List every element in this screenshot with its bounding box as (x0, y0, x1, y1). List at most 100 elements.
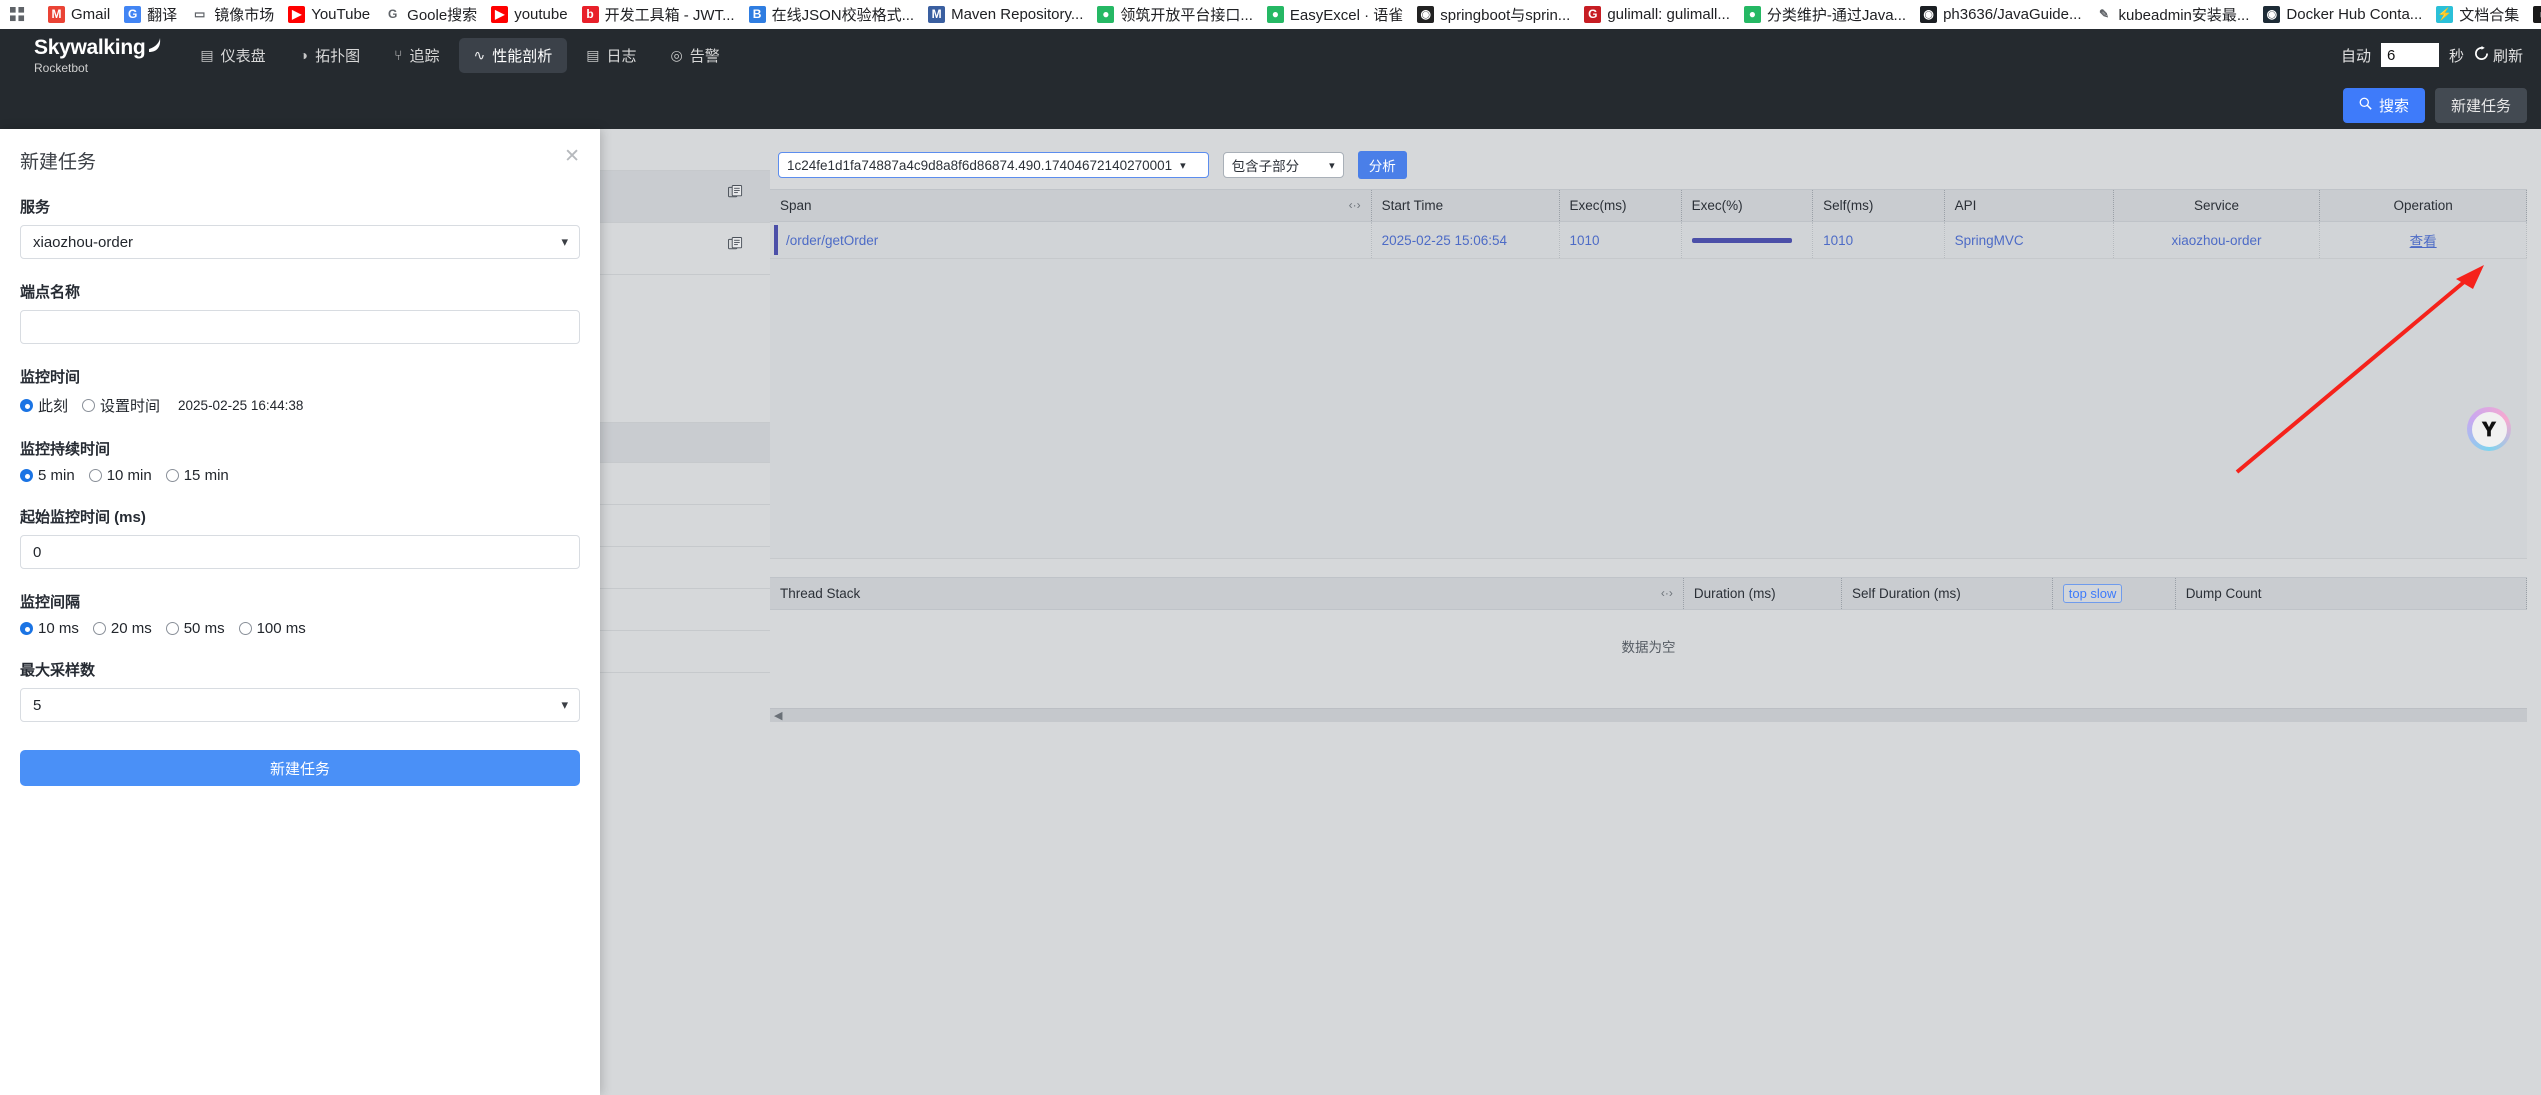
trace-toolbar: 1c24fe1d1fa74887a4c9d8a8f6d86874.490.174… (770, 145, 2527, 189)
radio-indicator[interactable] (82, 399, 96, 412)
trace-id-select[interactable]: 1c24fe1d1fa74887a4c9d8a8f6d86874.490.174… (778, 152, 1209, 178)
trace-icon: ⑂ (394, 47, 403, 63)
bookmark-item[interactable]: ▭ 镜像市场 (184, 2, 281, 27)
nav-item-3[interactable]: ⑂ 追踪 (379, 38, 454, 73)
interval-group: 监控间隔 10 ms 20 ms 50 ms 100 ms (20, 591, 580, 637)
apps-grid-icon[interactable] (10, 7, 25, 22)
bookmark-item[interactable]: M Gmail (41, 4, 117, 25)
bookmark-item[interactable]: ◗学习笔记 (2526, 2, 2541, 27)
bookmark-item[interactable]: ⚡ 文档合集 (2429, 2, 2526, 27)
assistant-logo-icon[interactable] (2467, 407, 2511, 451)
nav-item-6[interactable]: ◎ 告警 (656, 38, 735, 73)
horizontal-scrollbar[interactable]: ◀ (770, 708, 2527, 722)
radio-option[interactable]: 5 min (20, 467, 75, 484)
trace-id-value: 1c24fe1d1fa74887a4c9d8a8f6d86874.490.174… (787, 157, 1173, 173)
bookmark-item[interactable]: ◉ springboot与sprin... (1410, 2, 1577, 27)
radio-option[interactable]: 20 ms (92, 620, 152, 637)
max-sampling-select[interactable] (20, 688, 580, 722)
radio-indicator[interactable] (165, 622, 179, 635)
bookmark-item[interactable]: M Maven Repository... (921, 4, 1090, 25)
radio-option[interactable]: 15 min (165, 467, 229, 484)
bookmark-item[interactable]: G Goole搜索 (377, 2, 484, 27)
bookmark-item[interactable]: ● 领筑开放平台接口... (1090, 2, 1260, 27)
radio-option[interactable]: 此刻 (20, 395, 68, 416)
chevron-down-icon: ▾ (1180, 159, 1186, 172)
bookmark-label: 分类维护-通过Java... (1766, 7, 1907, 24)
search-label: 搜索 (2378, 97, 2409, 115)
bookmark-label: kubeadmin安装最... (2118, 7, 2250, 24)
bookmark-item[interactable]: Ggulimall: gulimall... (1577, 4, 1737, 25)
skywalking-logo[interactable]: Skywalking Rocketbot (0, 36, 185, 75)
radio-label: 100 ms (256, 620, 306, 637)
radio-option[interactable]: 10 ms (20, 620, 79, 637)
bookmark-item[interactable]: b 开发工具箱 - JWT... (575, 2, 742, 27)
radio-indicator[interactable] (165, 469, 179, 482)
duration-group: 监控持续时间 5 min 10 min 15 min (20, 438, 580, 484)
radio-indicator[interactable] (20, 399, 33, 412)
bookmark-label: 开发工具箱 - JWT... (604, 7, 735, 24)
google-translate-icon: G (124, 6, 142, 23)
bookmark-item[interactable]: ▶ youtube (484, 4, 574, 25)
radio-indicator[interactable] (92, 622, 106, 635)
close-icon[interactable]: ✕ (564, 147, 580, 166)
span-col-header-label: Exec(%) (1691, 198, 1743, 213)
refresh-button[interactable]: 刷新 (2474, 45, 2523, 66)
copy-icon[interactable] (728, 237, 743, 257)
radio-label: 设置时间 (100, 398, 161, 415)
globe-icon: ◉ (1417, 6, 1435, 23)
span-api-cell: SpringMVC (1944, 221, 2114, 259)
create-task-submit-button[interactable]: 新建任务 (20, 750, 580, 786)
view-span-link[interactable]: 查看 (2410, 234, 2437, 249)
thread-stack-col-header[interactable]: top slow (2052, 577, 2176, 610)
monitor-time-value: 2025-02-25 16:44:38 (178, 398, 304, 413)
bookmark-item[interactable]: ● EasyExcel · 语雀 (1260, 2, 1410, 27)
bookmark-item[interactable]: ◉ ph3636/JavaGuide... (1913, 4, 2088, 25)
doc-icon: ⚡ (2436, 6, 2454, 23)
radio-option[interactable]: 50 ms (165, 620, 225, 637)
radio-label: 10 ms (38, 620, 79, 637)
analyze-button[interactable]: 分析 (1357, 151, 1407, 179)
bookmark-label: ph3636/JavaGuide... (1943, 6, 2082, 23)
radio-option[interactable]: 10 min (88, 467, 152, 484)
auto-refresh-interval-input[interactable] (2380, 43, 2439, 67)
nav-item-5[interactable]: ▤ 日志 (571, 38, 651, 73)
new-task-button[interactable]: 新建任务 (2434, 87, 2527, 123)
column-resize-icon[interactable]: ‹·› (1661, 586, 1673, 600)
bookmark-item[interactable]: B 在线JSON校验格式... (742, 2, 922, 27)
bookmark-item[interactable]: ▶ YouTube (281, 4, 377, 25)
github-icon: ◉ (1920, 6, 1938, 23)
radio-indicator[interactable] (20, 469, 33, 482)
column-resize-icon[interactable]: ‹·› (1349, 198, 1361, 212)
radio-option[interactable]: 设置时间 (82, 395, 160, 416)
nav-item-2[interactable]: ◑ 拓扑图 (285, 38, 375, 73)
bookmark-item[interactable]: ● 分类维护-通过Java... (1737, 2, 1913, 27)
bookmark-item[interactable]: ◉ Docker Hub Conta... (2256, 4, 2429, 25)
scope-select[interactable]: 包含子部分 ▾ (1222, 152, 1344, 178)
nav-item-4[interactable]: ∿ 性能剖析 (458, 37, 568, 73)
search-button[interactable]: 搜索 (2342, 87, 2425, 123)
endpoint-input[interactable] (20, 310, 580, 344)
span-col-header-label: Exec(ms) (1569, 198, 1627, 213)
nav-item-1[interactable]: ▤ 仪表盘 (185, 38, 280, 73)
table-row[interactable]: /order/getOrder 2025-02-25 15:06:54 1010 10… (770, 221, 2527, 259)
topology-icon: ◑ (299, 47, 309, 63)
bookmark-item[interactable]: ✎ kubeadmin安装最... (2089, 2, 2257, 27)
profile-analysis-panel: 1c24fe1d1fa74887a4c9d8a8f6d86874.490.174… (770, 145, 2528, 1085)
folder-icon: ▭ (194, 7, 206, 21)
bookmark-item[interactable]: G 翻译 (117, 2, 184, 27)
radio-option[interactable]: 100 ms (238, 620, 306, 637)
copy-icon[interactable] (728, 185, 743, 205)
scroll-left-arrow-icon[interactable]: ◀ (774, 709, 782, 722)
start-time-label: 起始监控时间 (ms) (20, 509, 146, 526)
endpoint-field-group: 端点名称 (20, 281, 580, 344)
notebook-icon: ◗ (2533, 6, 2541, 23)
top-slow-toggle[interactable]: top slow (2062, 584, 2123, 603)
radio-indicator[interactable] (20, 622, 33, 635)
radio-label: 5 min (38, 467, 75, 484)
span-col-header: Exec(ms) (1559, 189, 1682, 222)
radio-indicator[interactable] (88, 469, 102, 482)
start-time-input[interactable] (20, 535, 580, 569)
span-name-cell-text: /order/getOrder (786, 232, 879, 248)
radio-indicator[interactable] (238, 622, 252, 635)
service-select[interactable] (20, 225, 580, 259)
